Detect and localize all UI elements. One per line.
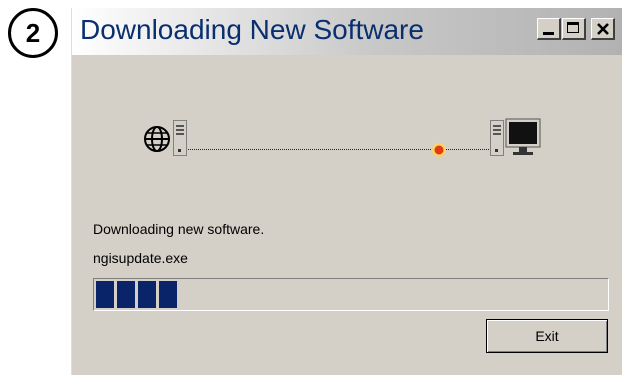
server-icon [173, 120, 187, 156]
minimize-button[interactable] [537, 18, 561, 40]
close-button[interactable] [591, 18, 615, 40]
close-icon [597, 23, 609, 35]
progress-fill [96, 281, 606, 308]
globe-icon [144, 126, 170, 152]
step-number-badge: 2 [8, 8, 58, 58]
exit-button[interactable]: Exit [486, 319, 608, 353]
transfer-animation [142, 118, 562, 168]
monitor-icon [505, 118, 541, 155]
title-bar[interactable]: Downloading New Software [72, 8, 622, 55]
progress-block [138, 281, 156, 308]
progress-block [117, 281, 135, 308]
progress-block [159, 281, 177, 308]
download-dialog: Downloading New Software Downloading new… [71, 8, 622, 375]
progress-bar [93, 278, 609, 311]
server-icon [490, 120, 504, 156]
status-message: Downloading new software. [93, 221, 265, 237]
file-name: ngisupdate.exe [93, 250, 188, 266]
data-packet-icon [432, 143, 446, 157]
maximize-button[interactable] [562, 18, 586, 40]
progress-block [96, 281, 114, 308]
window-title: Downloading New Software [80, 14, 424, 45]
